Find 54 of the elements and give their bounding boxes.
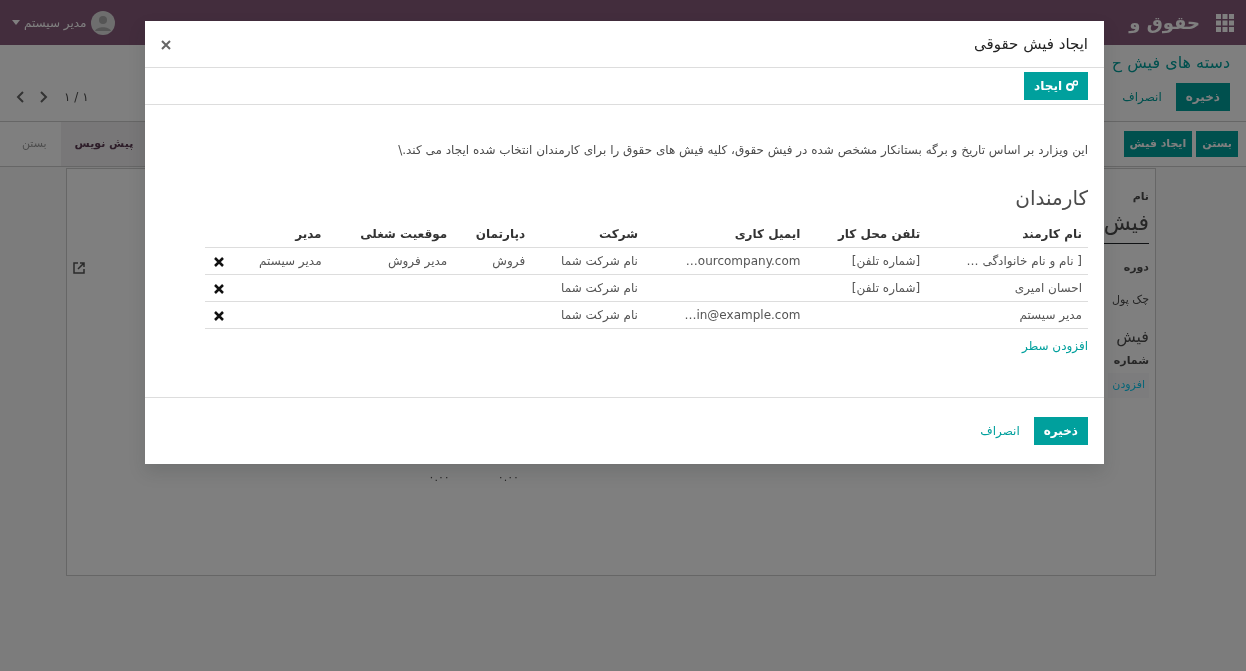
table-cell: احسان امیری — [926, 274, 1088, 302]
chevron-left-icon[interactable] — [16, 91, 24, 103]
column-header: موقعیت شغلی — [327, 221, 454, 248]
column-header: دپارتمان — [453, 221, 532, 248]
table-cell: [شماره تلفن] — [806, 274, 927, 302]
user-name[interactable]: مدیر سیستم — [24, 13, 87, 32]
chevron-right-icon[interactable] — [40, 91, 48, 103]
status-stage[interactable]: پیش نویس — [60, 122, 148, 166]
wizard-description: این ویزارد بر اساس تاریخ و برگه بستانکار مشخص شده در فیش حقوق، کلیه فیش های حقوق را برای کارمندان انتخاب شده ایجاد می کند.\ — [397, 142, 1088, 159]
primary-button[interactable]: ذخیره — [1033, 417, 1088, 445]
table-cell: فروش — [453, 247, 532, 275]
add-line-link[interactable]: افزودن سطر — [1022, 337, 1088, 355]
total-value: ۰.۰۰ — [428, 469, 450, 486]
total-value: ۰.۰۰ — [497, 469, 519, 486]
field-label: دوره — [1123, 259, 1149, 276]
table-cell: مدیر سیستم — [926, 301, 1088, 329]
field-label: نام — [1132, 189, 1149, 205]
primary-button[interactable]: ذخیره — [1175, 83, 1230, 111]
close-icon — [161, 39, 171, 50]
column-header: مدیر — [233, 221, 328, 248]
table-cell: نام شرکت شما — [531, 247, 644, 275]
link-button[interactable]: انصراف — [1116, 87, 1168, 107]
delete-icon[interactable] — [214, 283, 224, 294]
table-cell: [شماره تلفن] — [806, 247, 927, 275]
delete-icon[interactable] — [214, 256, 224, 267]
generate-button[interactable]: ایجاد — [1024, 72, 1088, 100]
field-label: چک پول — [1112, 292, 1149, 308]
avatar-icon — [90, 10, 115, 35]
column-header: شماره — [1113, 352, 1149, 369]
external-link-icon[interactable] — [73, 261, 85, 274]
section-title: کارمندان — [1014, 185, 1088, 212]
table-cell: …ourcompany.com — [643, 247, 807, 275]
app-title: حقوق و — [1129, 11, 1200, 36]
column-header: ایمیل کاری — [643, 221, 807, 248]
status-button[interactable]: بستن — [1196, 130, 1238, 158]
add-line-link[interactable]: افزودن — [1112, 378, 1145, 391]
table-cell: نام شرکت شما — [531, 274, 644, 302]
section-title: فیش — [1116, 325, 1149, 349]
column-header: شرکت — [531, 221, 644, 248]
column-header: نام کارمند — [926, 221, 1088, 248]
table-cell: مدیر سیستم — [233, 247, 328, 275]
caret-icon[interactable] — [12, 20, 20, 25]
gear-icon — [1066, 80, 1078, 92]
table-cell: [ نام و نام خانوادگی … — [926, 247, 1088, 275]
status-button[interactable]: ایجاد فیش — [1123, 130, 1193, 158]
table-cell: مدیر فروش — [327, 247, 454, 275]
apps-menu-icon[interactable] — [1216, 13, 1234, 32]
modal-title: ایجاد فیش حقوقی — [974, 33, 1088, 55]
delete-icon[interactable] — [214, 310, 224, 321]
table-cell: …in@example.com — [643, 301, 807, 329]
column-header: تلفن محل کار — [806, 221, 927, 248]
link-button[interactable]: انصراف — [974, 421, 1026, 441]
table-cell: نام شرکت شما — [531, 301, 644, 329]
pager-text: ۱ / ۱ — [64, 89, 89, 106]
